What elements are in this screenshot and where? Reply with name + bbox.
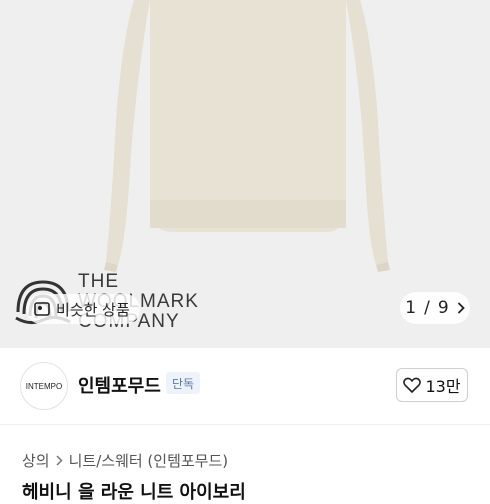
- like-button[interactable]: 13만: [396, 368, 468, 402]
- shop-logo[interactable]: INTEMPO: [20, 362, 68, 410]
- image-search-icon: [34, 302, 50, 316]
- shop-name[interactable]: 인템포무드: [78, 372, 161, 398]
- breadcrumb: 상의 니트/스웨터 (인템포무드): [22, 450, 228, 471]
- similar-products-button[interactable]: 비슷한 상품: [26, 294, 140, 324]
- shop-info-row[interactable]: INTEMPO 인템포무드 단독 13만: [0, 348, 490, 425]
- heart-icon: [403, 377, 422, 393]
- pager-total: 9: [437, 298, 449, 318]
- breadcrumb-category[interactable]: 상의: [22, 450, 50, 471]
- like-count: 13만: [425, 377, 461, 396]
- breadcrumb-subcategory[interactable]: 니트/스웨터 (인템포무드): [69, 450, 229, 471]
- chevron-right-icon: [457, 302, 465, 314]
- product-title: 헤비니 을 라운 니트 아이보리: [22, 482, 246, 503]
- similar-products-label: 비슷한 상품: [56, 300, 130, 319]
- chevron-right-icon: [56, 455, 63, 466]
- pager-current: 1: [405, 298, 417, 318]
- product-image-carousel[interactable]: THE WOOLMARK COMPANY 비슷한 상품 1/9: [0, 0, 490, 348]
- pager-separator: /: [424, 298, 430, 318]
- exclusive-badge: 단독: [166, 372, 201, 394]
- image-pager[interactable]: 1 / 9: [400, 292, 470, 324]
